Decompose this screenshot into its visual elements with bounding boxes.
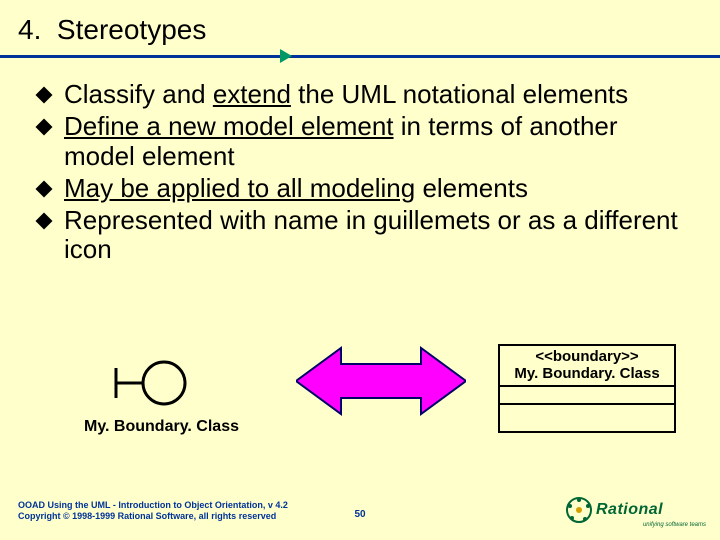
class-attr-compartment bbox=[500, 387, 674, 405]
logo-icon bbox=[566, 497, 592, 523]
slide-number: 4. bbox=[18, 14, 41, 45]
uml-class-box: <<boundary>> My. Boundary. Class bbox=[498, 344, 676, 433]
bullet-icon bbox=[36, 180, 53, 197]
slide-title-text: Stereotypes bbox=[57, 14, 206, 45]
bullet-icon bbox=[36, 212, 53, 229]
class-stereotype: <<boundary>> bbox=[502, 348, 672, 365]
bullet-list: Classify and extend the UML notational e… bbox=[38, 80, 688, 267]
boundary-icon-label: My. Boundary. Class bbox=[84, 418, 239, 436]
double-arrow-icon bbox=[296, 346, 466, 421]
rule-arrow-icon bbox=[280, 49, 292, 63]
slide-title: 4. Stereotypes bbox=[18, 14, 720, 46]
bullet-icon bbox=[36, 87, 53, 104]
logo-tagline: unifying software teams bbox=[643, 522, 706, 528]
logo-text: Rational bbox=[596, 501, 663, 519]
list-item: Classify and extend the UML notational e… bbox=[38, 80, 688, 110]
list-item: Represented with name in guillemets or a… bbox=[38, 206, 688, 266]
rational-logo: Rational unifying software teams bbox=[566, 494, 706, 526]
bullet-icon bbox=[36, 118, 53, 135]
list-item: May be applied to all modeling elements bbox=[38, 174, 688, 204]
footer-credit: OOAD Using the UML - Introduction to Obj… bbox=[18, 500, 288, 522]
class-name-compartment: <<boundary>> My. Boundary. Class bbox=[500, 346, 674, 387]
title-rule bbox=[0, 55, 720, 58]
class-op-compartment bbox=[500, 405, 674, 431]
class-name: My. Boundary. Class bbox=[502, 365, 672, 382]
list-item: Define a new model element in terms of a… bbox=[38, 112, 688, 172]
boundary-icon bbox=[112, 358, 192, 408]
page-number: 50 bbox=[354, 509, 365, 520]
